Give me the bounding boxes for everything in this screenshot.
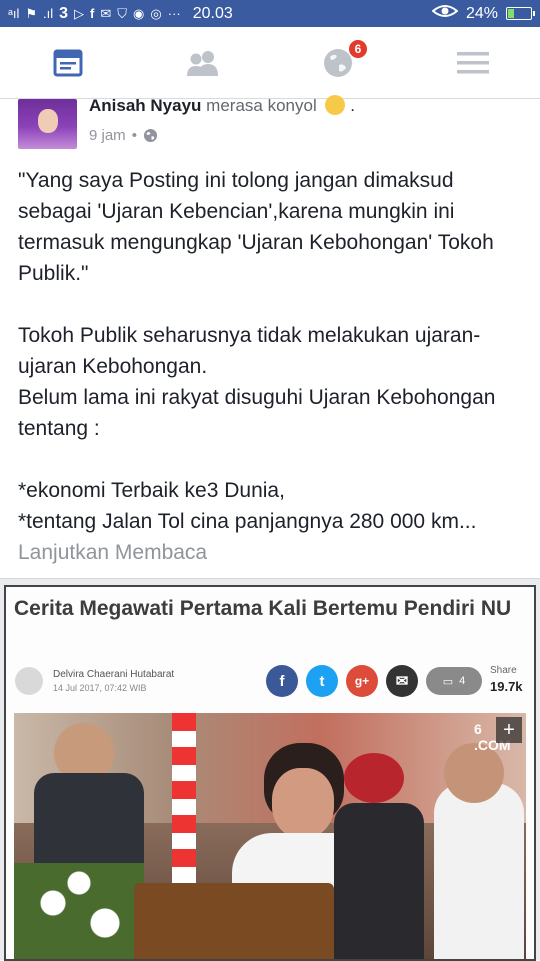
comment-count: 4 (459, 675, 466, 687)
feeling-text: merasa konyol (206, 96, 317, 115)
shield-icon: ⛉ (117, 5, 128, 21)
top-nav-bar: 6 (0, 27, 540, 99)
more-dots-icon: ··· (167, 6, 181, 21)
expand-plus-button[interactable]: + (496, 717, 522, 743)
sim-signal-icon: ᵃıl (8, 6, 20, 21)
notification-icons: ᵃıl ⚑ .ıl 3 ▷ f ✉ ⛉ ◉ ◎ ··· 20.03 (8, 5, 432, 23)
comment-icon: ▭ (442, 675, 454, 688)
notification-badge: 6 (348, 39, 368, 59)
post-paragraph: *tentang Jalan Tol cina panjangnya 280 0… (18, 510, 477, 533)
status-bar: ᵃıl ⚑ .ıl 3 ▷ f ✉ ⛉ ◉ ◎ ··· 20.03 24% (0, 0, 540, 27)
share-count: 19.7k (490, 679, 523, 694)
friends-icon (186, 50, 218, 76)
post-time[interactable]: 9 jam (89, 127, 126, 144)
google-plus-share-icon: g+ (346, 665, 378, 697)
messenger-icon: ◉ (133, 5, 145, 21)
post-paragraph: *ekonomi Terbaik ke3 Dunia, (18, 479, 285, 502)
twitter-share-icon: t (306, 665, 338, 697)
tab-friends[interactable] (135, 27, 270, 98)
silly-face-emoji-icon (325, 95, 346, 115)
share-label: Share (490, 665, 517, 676)
battery-icon (506, 7, 535, 20)
feeling-end: . (350, 96, 355, 115)
byline-date: 14 Jul 2017, 07:42 WIB (53, 683, 147, 693)
post-header: Anisah Nyayu merasa konyol . 9 jam • (0, 95, 540, 155)
eye-icon (431, 4, 459, 23)
watermark-logo: 6 .COM (474, 721, 511, 753)
read-more-link[interactable]: Lanjutkan Membaca (18, 541, 207, 564)
post-paragraph: Belum lama ini rakyat disuguhi Ujaran Ke… (18, 386, 496, 440)
tab-news-feed[interactable] (0, 27, 135, 98)
author-line: Anisah Nyayu merasa konyol . (89, 95, 355, 116)
facebook-icon: f (90, 6, 95, 21)
mail-icon: ✉ (100, 5, 112, 21)
play-icon: ▷ (74, 5, 85, 21)
signal-bars-icon: .ıl (43, 6, 54, 21)
post-paragraph: Tokoh Publik seharusnya tidak melakukan … (18, 324, 481, 378)
mail-share-icon: ✉ (386, 665, 418, 697)
post-paragraph-last: *tentang Jalan Tol cina panjangnya 280 0… (18, 506, 523, 568)
flag-icon: ⚑ (25, 5, 37, 21)
author-name[interactable]: Anisah Nyayu (89, 96, 201, 115)
battery-percent: 24% (465, 4, 498, 22)
article-title: Cerita Megawati Pertama Kali Bertemu Pen… (14, 597, 512, 620)
comment-count-badge: ▭ 4 (426, 667, 482, 695)
post-text: "Yang saya Posting ini tolong jangan dim… (18, 165, 523, 568)
tab-notifications[interactable]: 6 (270, 27, 405, 98)
author-avatar[interactable] (18, 99, 77, 149)
shared-image[interactable]: Cerita Megawati Pertama Kali Bertemu Pen… (4, 585, 536, 961)
article-photo: 6 .COM + (14, 713, 526, 959)
tab-menu[interactable] (405, 27, 540, 98)
three-icon: 3 (59, 4, 69, 22)
byline-name: Delvira Chaerani Hutabarat (53, 669, 175, 680)
facebook-share-icon: f (266, 665, 298, 697)
news-feed-icon (53, 49, 82, 76)
byline-avatar (15, 667, 43, 695)
post-paragraph: "Yang saya Posting ini tolong jangan dim… (18, 169, 494, 285)
globe-privacy-icon (143, 128, 158, 143)
instagram-icon: ◎ (150, 5, 162, 21)
link-preview[interactable]: Cerita Megawati Pertama Kali Bertemu Pen… (0, 578, 540, 961)
hamburger-icon (456, 51, 489, 73)
clock: 20.03 (192, 4, 233, 22)
post-meta: 9 jam • (89, 127, 158, 144)
meta-separator: • (131, 127, 137, 144)
